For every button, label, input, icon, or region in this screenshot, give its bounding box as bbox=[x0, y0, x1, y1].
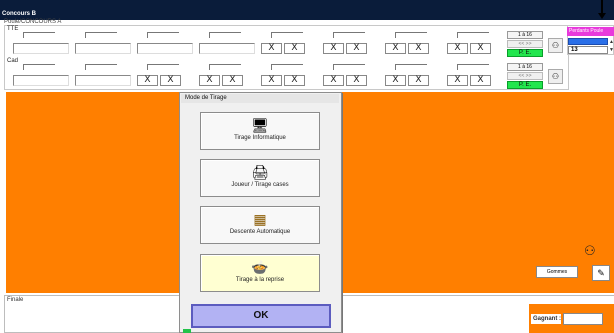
spin-down-icon[interactable]: ▼ bbox=[609, 47, 614, 53]
score-field[interactable] bbox=[333, 32, 365, 38]
score-field[interactable] bbox=[147, 32, 179, 38]
x-checkbox[interactable]: X bbox=[261, 43, 282, 54]
x-checkbox[interactable]: X bbox=[261, 75, 282, 86]
player-field[interactable] bbox=[137, 43, 193, 54]
player-field[interactable] bbox=[13, 75, 69, 86]
x-checkbox[interactable]: X bbox=[408, 75, 429, 86]
x-checkbox[interactable]: X bbox=[222, 75, 243, 86]
row-label-cad: Cad bbox=[7, 58, 19, 64]
score-field[interactable] bbox=[209, 32, 241, 38]
score-field[interactable] bbox=[85, 32, 117, 38]
x-checkbox[interactable]: X bbox=[323, 75, 344, 86]
nav-buttons-tte[interactable]: << >> bbox=[507, 40, 543, 48]
x-checkbox[interactable]: X bbox=[408, 43, 429, 54]
x-checkbox[interactable]: X bbox=[323, 43, 344, 54]
spin-up-icon[interactable]: ▲ bbox=[609, 39, 614, 45]
range-label-tte: 1 à 16 bbox=[507, 31, 543, 39]
pending-value[interactable]: 13 bbox=[568, 46, 608, 54]
pending-title: Perdants Poule bbox=[567, 27, 614, 36]
dialog-title: Mode de Tirage bbox=[181, 94, 339, 103]
pot-icon: 🍲 bbox=[251, 259, 269, 275]
pending-selected-item[interactable] bbox=[568, 38, 608, 45]
score-field[interactable] bbox=[271, 64, 303, 70]
x-checkbox[interactable]: X bbox=[447, 75, 468, 86]
player-field[interactable] bbox=[13, 43, 69, 54]
gommes-button[interactable]: Gommes bbox=[536, 266, 578, 278]
finale-label: Finale bbox=[7, 297, 24, 303]
row-label-tte: TTE bbox=[7, 26, 19, 32]
pointer-arrow-icon bbox=[598, 13, 606, 19]
finale-panel bbox=[4, 295, 186, 333]
score-field[interactable] bbox=[457, 64, 489, 70]
gagnant-field[interactable] bbox=[563, 313, 603, 325]
nav-buttons-cad[interactable]: << >> bbox=[507, 72, 543, 80]
x-checkbox[interactable]: X bbox=[284, 43, 305, 54]
gagnant-label: Gagnant : bbox=[531, 314, 561, 324]
x-checkbox[interactable]: X bbox=[447, 43, 468, 54]
score-field[interactable] bbox=[271, 32, 303, 38]
status-indicator bbox=[183, 329, 191, 333]
tirage-informatique-button[interactable]: 🖥 Tirage Informatique bbox=[200, 112, 320, 150]
score-field[interactable] bbox=[23, 64, 55, 70]
eraser-icon[interactable]: ✎ bbox=[592, 265, 610, 281]
title-bar: Concours B bbox=[0, 0, 614, 20]
score-field[interactable] bbox=[209, 64, 241, 70]
x-checkbox[interactable]: X bbox=[470, 75, 491, 86]
x-checkbox[interactable]: X bbox=[137, 75, 158, 86]
score-field[interactable] bbox=[147, 64, 179, 70]
binoculars-icon[interactable]: ⚇ bbox=[548, 69, 563, 84]
player-field[interactable] bbox=[199, 43, 255, 54]
pointer-arrow-shaft bbox=[601, 0, 603, 14]
ok-button[interactable]: OK bbox=[191, 304, 331, 328]
computer-icon: 🖥 bbox=[251, 117, 269, 133]
x-checkbox[interactable]: X bbox=[385, 75, 406, 86]
x-checkbox[interactable]: X bbox=[284, 75, 305, 86]
score-field[interactable] bbox=[333, 64, 365, 70]
blocks-icon: ▦ bbox=[253, 211, 267, 227]
score-field[interactable] bbox=[85, 64, 117, 70]
score-field[interactable] bbox=[395, 32, 427, 38]
button-label: Tirage à la reprise bbox=[235, 277, 285, 283]
button-label: Tirage Informatique bbox=[234, 135, 286, 141]
pe-button-cad[interactable]: P. E. bbox=[507, 81, 543, 89]
window-title: Concours B bbox=[2, 11, 37, 17]
score-field[interactable] bbox=[395, 64, 427, 70]
player-field[interactable] bbox=[75, 75, 131, 86]
pe-button-tte[interactable]: P. E. bbox=[507, 49, 543, 57]
button-label: Joueur / Tirage cases bbox=[231, 182, 289, 188]
binoculars-icon[interactable]: ⚇ bbox=[584, 243, 596, 259]
joueur-tirage-cases-button[interactable]: 🖨 Joueur / Tirage cases bbox=[200, 159, 320, 197]
x-checkbox[interactable]: X bbox=[346, 75, 367, 86]
x-checkbox[interactable]: X bbox=[470, 43, 491, 54]
score-field[interactable] bbox=[23, 32, 55, 38]
descente-automatique-button[interactable]: ▦ Descente Automatique bbox=[200, 206, 320, 244]
tirage-reprise-button[interactable]: 🍲 Tirage à la reprise bbox=[200, 254, 320, 292]
printer-icon: 🖨 bbox=[251, 164, 269, 180]
bracket-grid: TTE Cad XXXXXXXXXXXXXXXXXXXX 1 à 16 << >… bbox=[4, 25, 569, 90]
range-label-cad: 1 à 16 bbox=[507, 63, 543, 71]
binoculars-icon[interactable]: ⚇ bbox=[548, 38, 563, 53]
x-checkbox[interactable]: X bbox=[346, 43, 367, 54]
x-checkbox[interactable]: X bbox=[160, 75, 181, 86]
score-field[interactable] bbox=[457, 32, 489, 38]
x-checkbox[interactable]: X bbox=[199, 75, 220, 86]
player-field[interactable] bbox=[75, 43, 131, 54]
button-label: Descente Automatique bbox=[229, 229, 291, 235]
x-checkbox[interactable]: X bbox=[385, 43, 406, 54]
